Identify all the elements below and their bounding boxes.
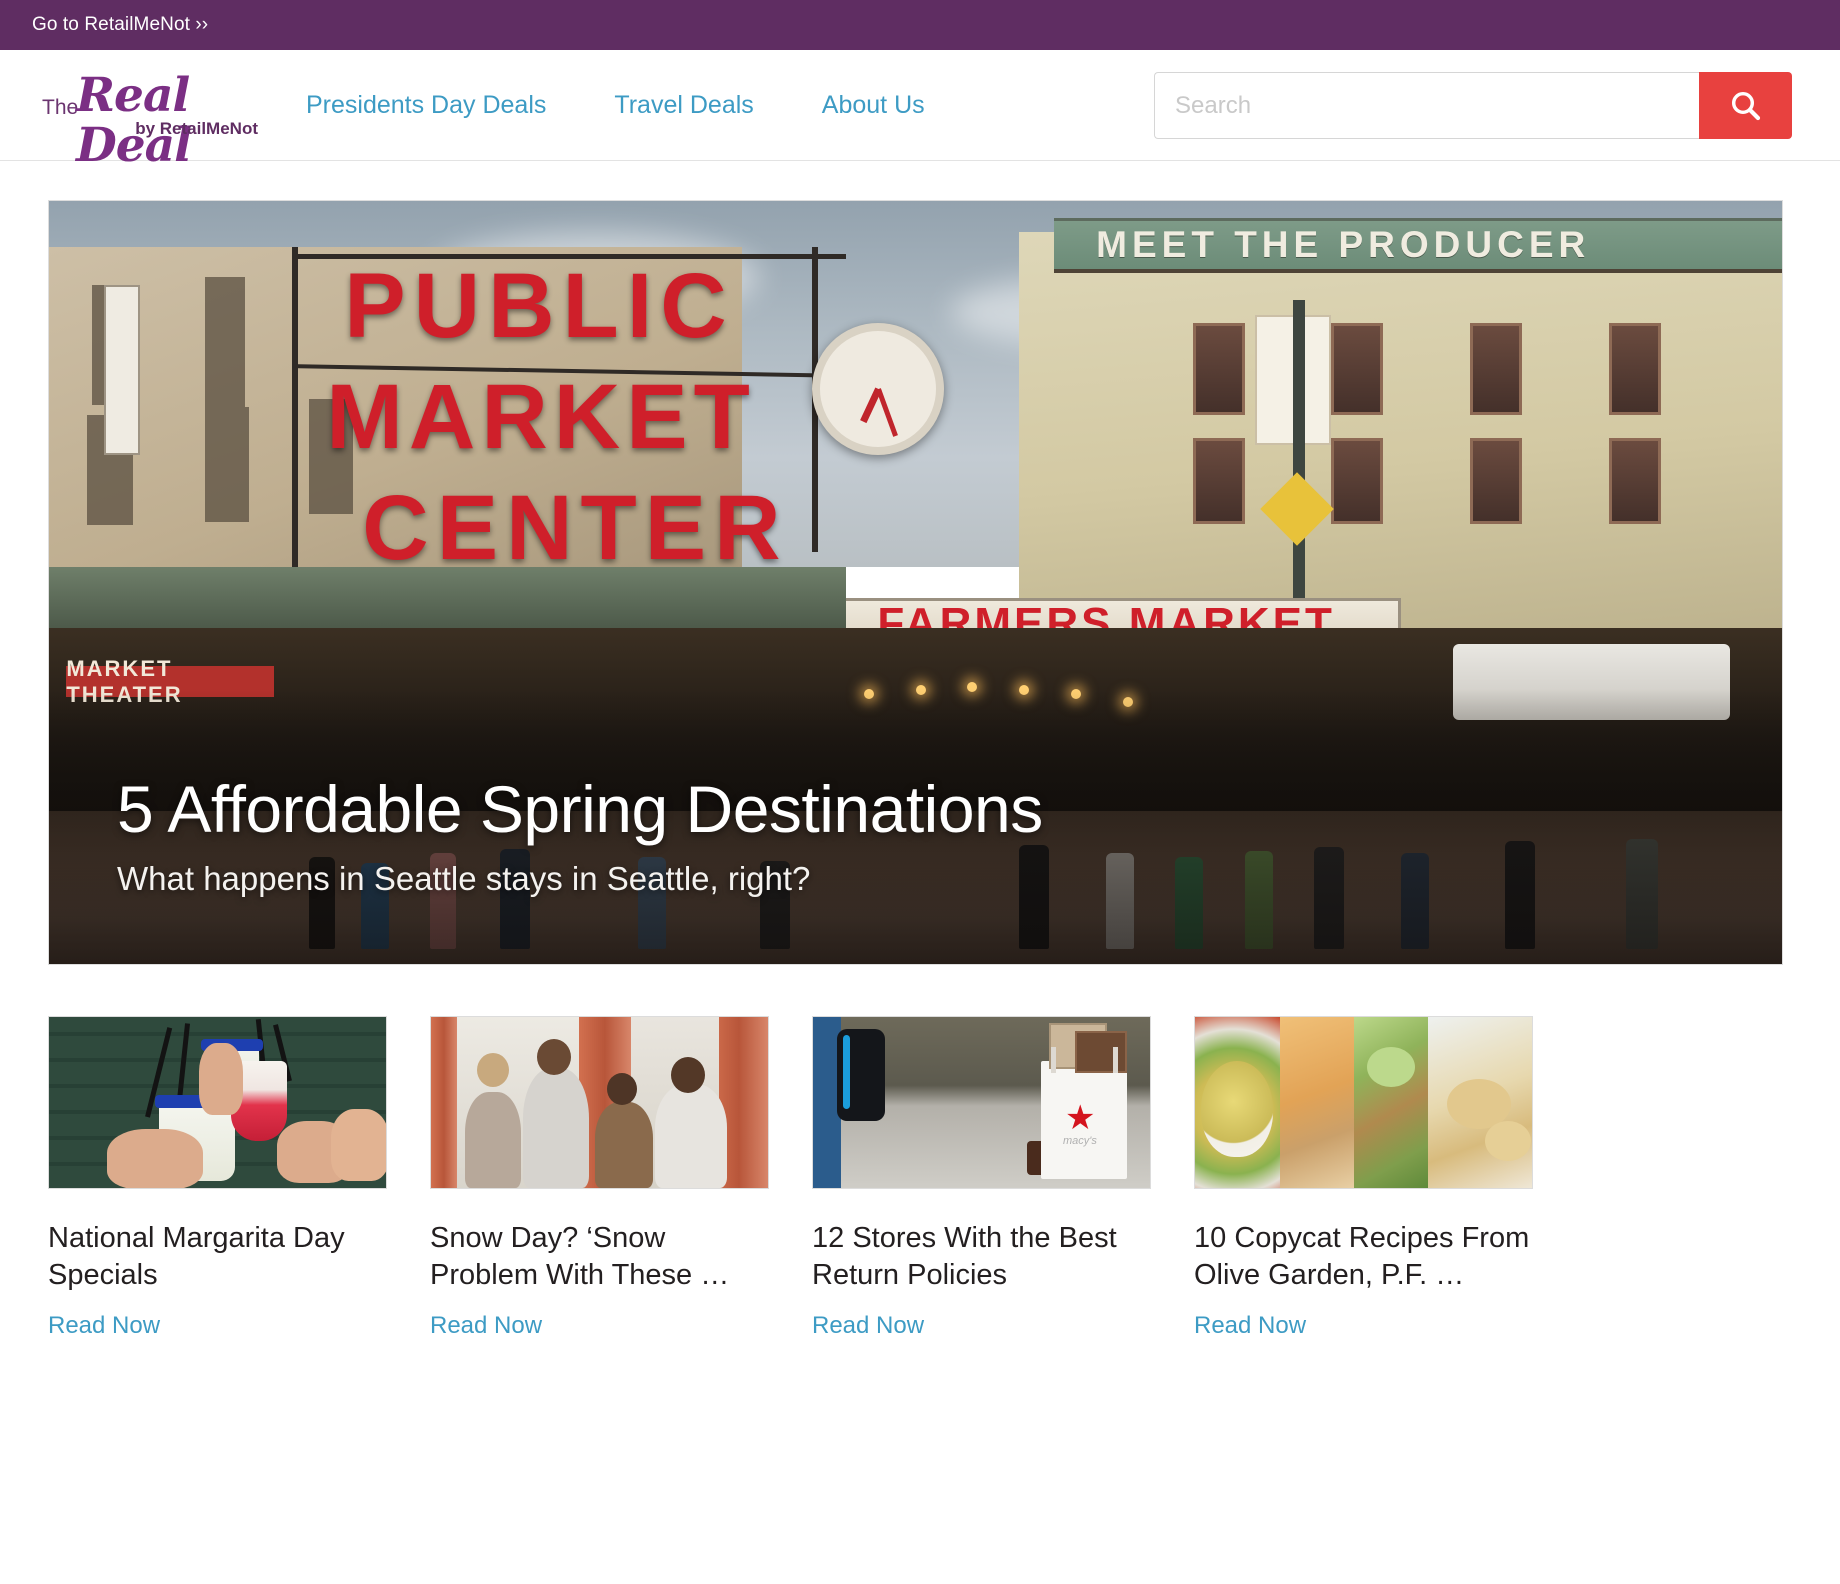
macys-star-icon: ★	[1065, 1099, 1096, 1137]
search-form	[1154, 72, 1792, 139]
card-thumbnail-snow-day[interactable]	[430, 1016, 769, 1189]
macys-wordmark: macy's	[1063, 1135, 1097, 1147]
meet-the-producer-sign: MEET THE PRODUCER	[1054, 217, 1782, 273]
nav-item-about-us[interactable]: About Us	[822, 91, 925, 120]
card-read-now-link[interactable]: Read Now	[48, 1312, 160, 1340]
hero-subtitle: What happens in Seattle stays in Seattle…	[117, 860, 811, 897]
nav-item-travel-deals[interactable]: Travel Deals	[614, 91, 753, 120]
sign-market: MARKET	[326, 366, 756, 469]
logo-sub-text: by RetailMeNot	[135, 119, 258, 138]
sign-public: PUBLIC	[344, 255, 735, 358]
hero-featured-article[interactable]: PUBLIC MARKET CENTER MEET THE PRODUCER F…	[48, 200, 1783, 965]
sign-center: CENTER	[362, 476, 789, 579]
main-content: PUBLIC MARKET CENTER MEET THE PRODUCER F…	[0, 200, 1840, 1340]
site-header: The Real Deal by RetailMeNot Presidents …	[0, 50, 1840, 171]
hero-text-block: 5 Affordable Spring Destinations What ha…	[117, 771, 1043, 898]
card-title: National Margarita Day Specials	[48, 1222, 345, 1292]
site-logo[interactable]: The Real Deal by RetailMeNot	[40, 69, 258, 171]
article-card[interactable]: Snow Day? ‘Snow Problem With These … Rea…	[430, 1016, 769, 1340]
search-input[interactable]	[1154, 72, 1699, 139]
card-thumbnail-return-policies[interactable]: ★ macy's	[812, 1016, 1151, 1189]
article-card[interactable]: ★ macy's 12 Stores With the Best Return …	[812, 1016, 1151, 1340]
card-title: 10 Copycat Recipes From Olive Garden, P.…	[1194, 1222, 1530, 1292]
card-thumbnail-copycat-recipes[interactable]	[1194, 1016, 1533, 1189]
card-read-now-link[interactable]: Read Now	[812, 1312, 924, 1340]
hero-title: 5 Affordable Spring Destinations	[117, 771, 1043, 846]
nav-item-presidents-day-deals[interactable]: Presidents Day Deals	[306, 91, 546, 120]
card-read-now-link[interactable]: Read Now	[1194, 1312, 1306, 1340]
card-thumbnail-margaritas[interactable]	[48, 1016, 387, 1189]
market-clock-icon	[811, 323, 944, 456]
top-promo-bar: Go to RetailMeNot ››	[0, 0, 1840, 50]
search-icon	[1731, 91, 1760, 120]
search-button[interactable]	[1699, 72, 1792, 139]
card-title: 12 Stores With the Best Return Policies	[812, 1222, 1117, 1292]
article-card[interactable]: National Margarita Day Specials Read Now	[48, 1016, 387, 1340]
article-card[interactable]: 10 Copycat Recipes From Olive Garden, P.…	[1194, 1016, 1533, 1340]
main-navigation: Presidents Day Deals Travel Deals About …	[306, 91, 925, 120]
go-to-retailmenot-link[interactable]: Go to RetailMeNot ››	[32, 14, 208, 36]
card-title: Snow Day? ‘Snow Problem With These …	[430, 1222, 730, 1292]
logo-the-text: The	[42, 96, 79, 119]
article-card-grid: National Margarita Day Specials Read Now	[48, 1016, 1792, 1340]
card-read-now-link[interactable]: Read Now	[430, 1312, 542, 1340]
